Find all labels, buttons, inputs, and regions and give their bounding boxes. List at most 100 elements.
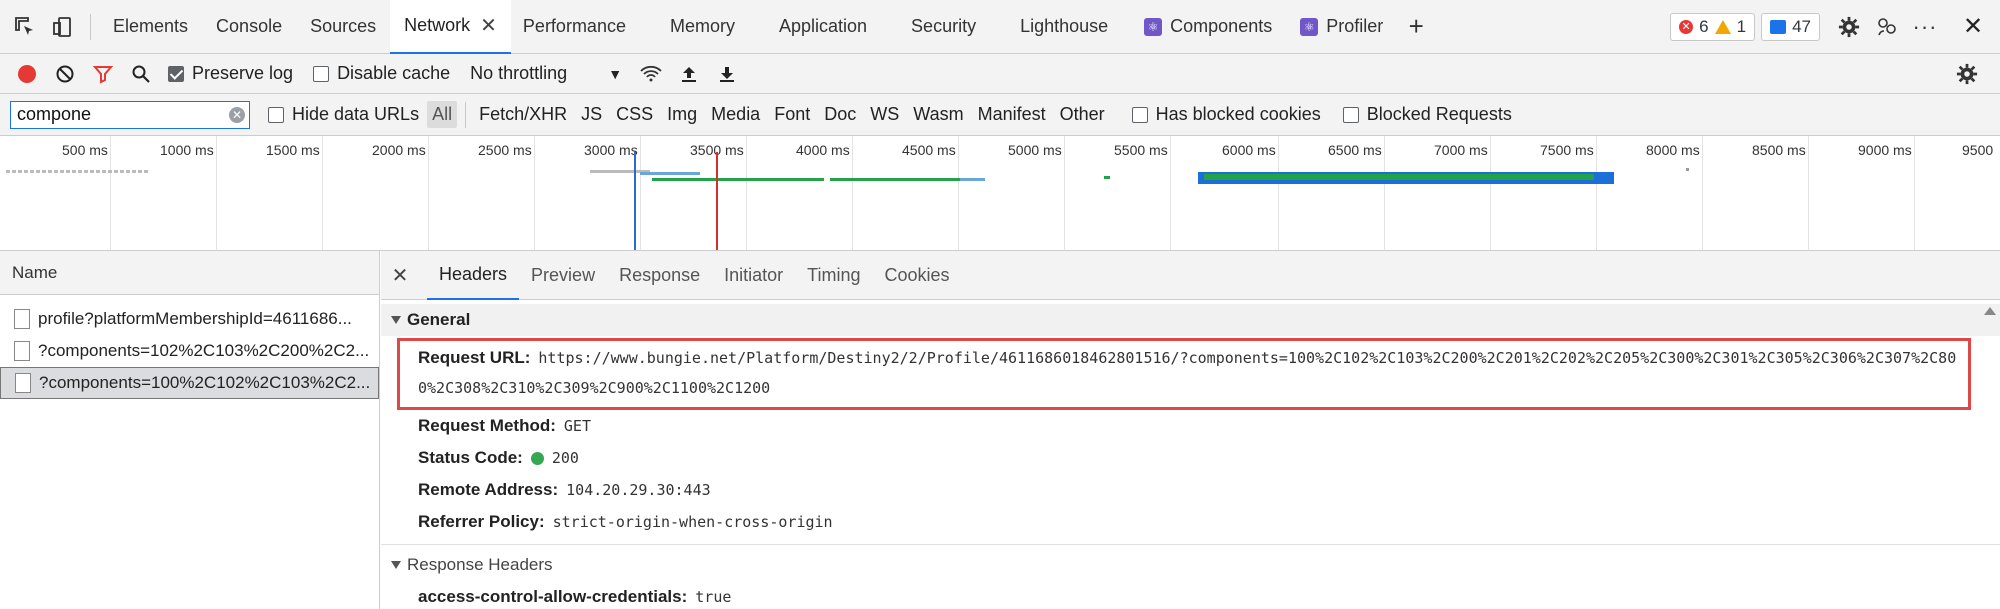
timeline-request-bar xyxy=(640,172,700,175)
filter-type-media[interactable]: Media xyxy=(706,101,765,128)
tab-network[interactable]: Network ✕ xyxy=(390,0,511,54)
filter-type-ws[interactable]: WS xyxy=(865,101,904,128)
react-icon: ⚛ xyxy=(1144,17,1163,36)
timeline-tick xyxy=(322,136,323,250)
tab-response[interactable]: Response xyxy=(607,251,712,300)
error-count: 6 xyxy=(1699,16,1709,36)
timeline-request-bar xyxy=(1686,168,1689,171)
network-settings-gear-icon[interactable] xyxy=(1948,55,1986,93)
filter-type-font[interactable]: Font xyxy=(769,101,815,128)
feedback-icon[interactable] xyxy=(1868,8,1906,46)
timeline-tick xyxy=(1702,136,1703,250)
tab-console[interactable]: Console xyxy=(202,0,296,54)
checkbox-icon[interactable] xyxy=(1342,106,1359,123)
network-overview-timeline[interactable]: 500 ms 1000 ms 1500 ms 2000 ms 2500 ms 3… xyxy=(0,136,2000,251)
messages-counter[interactable]: 47 xyxy=(1761,12,1820,41)
network-conditions-icon[interactable] xyxy=(632,55,670,93)
request-url-value[interactable]: https://www.bungie.net/Platform/Destiny2… xyxy=(418,349,1956,397)
filter-type-wasm[interactable]: Wasm xyxy=(908,101,968,128)
tab-sources[interactable]: Sources xyxy=(296,0,390,54)
document-icon xyxy=(14,341,30,361)
throttling-select[interactable]: No throttling ▼ xyxy=(464,59,628,89)
timeline-tick xyxy=(852,136,853,250)
has-blocked-cookies-checkbox[interactable]: Has blocked cookies xyxy=(1131,104,1321,125)
name-column-header[interactable]: Name xyxy=(0,251,379,295)
timeline-tick-label: 8500 ms xyxy=(1752,142,1806,158)
response-headers-section-header[interactable]: Response Headers xyxy=(381,549,2000,581)
request-row[interactable]: ?components=102%2C103%2C200%2C2... xyxy=(0,335,379,367)
tab-memory[interactable]: Memory xyxy=(648,0,757,54)
request-row-selected[interactable]: ?components=100%2C102%2C103%2C2... xyxy=(0,367,379,399)
referrer-policy-value[interactable]: strict-origin-when-cross-origin xyxy=(553,506,833,538)
filter-type-js[interactable]: JS xyxy=(576,101,607,128)
header-name: access-control-allow-credentials: xyxy=(418,587,688,606)
export-har-icon[interactable] xyxy=(708,55,746,93)
close-devtools-icon[interactable]: ✕ xyxy=(1954,8,1992,46)
tab-performance[interactable]: Performance xyxy=(511,0,648,54)
timeline-tick xyxy=(216,136,217,250)
filter-input[interactable]: compone ✕ xyxy=(10,100,250,129)
tab-profiler[interactable]: ⚛ Profiler xyxy=(1286,0,1397,54)
tab-headers[interactable]: Headers xyxy=(427,251,520,300)
checkbox-icon[interactable] xyxy=(268,106,284,123)
filter-type-css[interactable]: CSS xyxy=(611,101,658,128)
close-tab-icon[interactable]: ✕ xyxy=(480,13,497,38)
response-headers-title: Response Headers xyxy=(407,555,553,574)
tab-cookies[interactable]: Cookies xyxy=(873,251,962,300)
more-options-icon[interactable]: ··· xyxy=(1906,8,1944,46)
hide-data-urls-label: Hide data URLs xyxy=(292,104,420,124)
add-tab-icon[interactable]: + xyxy=(1397,8,1435,46)
tab-elements[interactable]: Elements xyxy=(99,0,202,54)
tab-preview[interactable]: Preview xyxy=(519,251,607,300)
device-toolbar-icon[interactable] xyxy=(44,8,82,46)
warning-icon xyxy=(1714,19,1731,34)
tab-security[interactable]: Security xyxy=(889,0,998,54)
timeline-tick xyxy=(110,136,111,250)
clear-filter-icon[interactable]: ✕ xyxy=(229,106,245,123)
blocked-requests-checkbox[interactable]: Blocked Requests xyxy=(1342,104,1512,125)
status-code-value[interactable]: 200 xyxy=(552,449,579,467)
checkbox-icon[interactable] xyxy=(1131,106,1148,123)
hide-data-urls-checkbox[interactable]: Hide data URLs xyxy=(268,104,419,125)
dropdown-arrow-icon: ▼ xyxy=(608,65,623,82)
filter-type-all[interactable]: All xyxy=(427,101,458,128)
timeline-tick xyxy=(1596,136,1597,250)
header-value[interactable]: true xyxy=(695,581,731,609)
tab-timing[interactable]: Timing xyxy=(795,251,872,300)
request-method-value[interactable]: GET xyxy=(564,410,591,442)
preserve-log-checkbox[interactable]: Preserve log xyxy=(168,63,293,84)
clear-icon[interactable] xyxy=(46,55,84,93)
timeline-request-bar xyxy=(1104,176,1110,179)
request-name: profile?platformMembershipId=4611686... xyxy=(38,309,352,328)
filter-type-doc[interactable]: Doc xyxy=(819,101,861,128)
filter-type-img[interactable]: Img xyxy=(662,101,702,128)
filter-type-other[interactable]: Other xyxy=(1055,101,1110,128)
import-har-icon[interactable] xyxy=(670,55,708,93)
remote-address-value[interactable]: 104.20.29.30:443 xyxy=(566,474,711,506)
scroll-up-arrow-icon[interactable] xyxy=(1984,307,1996,315)
tab-lighthouse[interactable]: Lighthouse xyxy=(998,0,1130,54)
disable-cache-checkbox[interactable]: Disable cache xyxy=(313,63,450,84)
tab-initiator[interactable]: Initiator xyxy=(712,251,795,300)
filter-type-fetch-xhr[interactable]: Fetch/XHR xyxy=(474,101,572,128)
tab-label: Timing xyxy=(807,264,861,285)
checkbox-checked-icon[interactable] xyxy=(168,65,184,82)
close-detail-icon[interactable]: ✕ xyxy=(381,263,419,288)
gear-icon[interactable] xyxy=(1830,8,1868,46)
filter-type-manifest[interactable]: Manifest xyxy=(973,101,1051,128)
request-name: ?components=102%2C103%2C200%2C2... xyxy=(38,341,370,360)
record-icon[interactable] xyxy=(8,55,46,93)
request-row[interactable]: profile?platformMembershipId=4611686... xyxy=(0,303,379,335)
timeline-request-bar xyxy=(960,178,985,181)
tab-application[interactable]: Application xyxy=(757,0,889,54)
filter-input-value[interactable]: compone xyxy=(17,104,91,125)
search-icon[interactable] xyxy=(122,55,160,93)
tab-components[interactable]: ⚛ Components xyxy=(1130,0,1286,54)
filter-icon[interactable] xyxy=(84,55,122,93)
issues-counter[interactable]: ✕ 6 1 xyxy=(1670,12,1756,41)
collapse-triangle-icon xyxy=(391,316,401,324)
inspect-element-icon[interactable] xyxy=(6,8,44,46)
timeline-tick xyxy=(428,136,429,250)
checkbox-icon[interactable] xyxy=(313,65,330,82)
general-section-header[interactable]: General xyxy=(381,304,2000,336)
